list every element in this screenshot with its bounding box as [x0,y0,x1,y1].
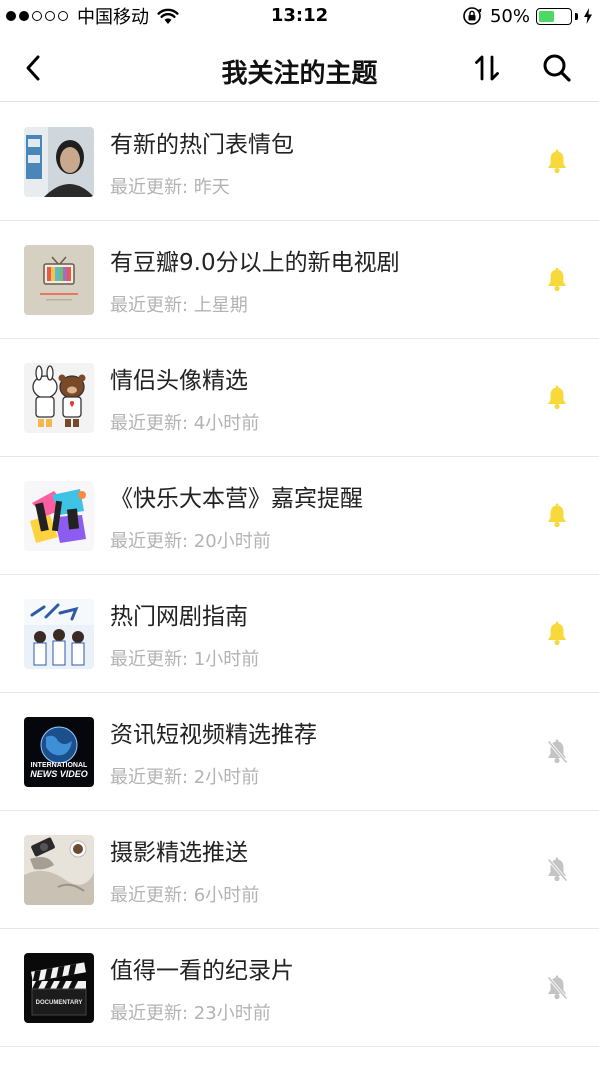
topic-last-updated: 最近更新: 4小时前 [110,413,260,434]
battery-icon [536,7,572,25]
search-icon [543,54,571,82]
orientation-lock-icon [463,7,482,25]
topic-thumbnail [24,481,94,551]
bell-muted-icon[interactable] [545,857,569,883]
topic-thumbnail [24,245,94,315]
topic-thumbnail [24,363,94,433]
bell-icon[interactable] [545,621,569,647]
topic-title: 值得一看的纪录片 [110,958,294,984]
topic-list: 有新的热门表情包 最近更新: 昨天 有豆瓣9.0分以上的新电视剧 最近更新: 上… [0,103,599,1047]
page-title: 我关注的主题 [221,59,378,89]
topic-title: 《快乐大本营》嘉宾提醒 [110,486,363,512]
thumbnail-text: INTERNATIONAL [31,762,88,769]
topic-thumbnail: INTERNATIONAL NEWS VIDEO [24,717,94,787]
bell-icon[interactable] [545,149,569,175]
topic-row[interactable]: 热门网剧指南 最近更新: 1小时前 [0,575,599,693]
topic-last-updated: 最近更新: 23小时前 [110,1003,271,1024]
topic-last-updated: 最近更新: 1小时前 [110,649,260,670]
bell-muted-icon[interactable] [545,975,569,1001]
topic-thumbnail [24,835,94,905]
charging-icon [584,8,592,24]
sort-icon [475,55,499,81]
topic-title: 有新的热门表情包 [110,132,294,158]
bell-icon[interactable] [545,267,569,293]
topic-last-updated: 最近更新: 6小时前 [110,885,260,906]
topic-thumbnail [24,127,94,197]
status-bar: 中国移动 13:12 50% [0,0,599,34]
search-button[interactable] [537,48,577,88]
battery-percent: 50% [489,5,530,27]
thumbnail-text: NEWS VIDEO [30,769,88,779]
topic-title: 资讯短视频精选推荐 [110,722,317,748]
topic-last-updated: 最近更新: 20小时前 [110,531,271,552]
topic-row[interactable]: 摄影精选推送 最近更新: 6小时前 [0,811,599,929]
topic-row[interactable]: 《快乐大本营》嘉宾提醒 最近更新: 20小时前 [0,457,599,575]
topic-row[interactable]: 有新的热门表情包 最近更新: 昨天 [0,103,599,221]
topic-title: 情侣头像精选 [110,368,248,394]
thumbnail-text: DOCUMENTARY [36,1000,83,1006]
battery-cap [575,12,578,20]
topic-row[interactable]: 有豆瓣9.0分以上的新电视剧 最近更新: 上星期 [0,221,599,339]
topic-thumbnail: DOCUMENTARY [24,953,94,1023]
topic-row[interactable]: INTERNATIONAL NEWS VIDEO 资讯短视频精选推荐 最近更新:… [0,693,599,811]
bell-icon[interactable] [545,385,569,411]
topic-last-updated: 最近更新: 2小时前 [110,767,260,788]
topic-row[interactable]: DOCUMENTARY 值得一看的纪录片 最近更新: 23小时前 [0,929,599,1047]
sort-button[interactable] [467,48,507,88]
status-right: 50% [462,5,593,27]
topic-last-updated: 最近更新: 昨天 [110,177,230,198]
topic-title: 有豆瓣9.0分以上的新电视剧 [110,250,400,276]
bell-muted-icon[interactable] [545,739,569,765]
bell-icon[interactable] [545,503,569,529]
topic-title: 热门网剧指南 [110,604,248,630]
navigation-bar: 我关注的主题 [0,34,599,102]
topic-thumbnail [24,599,94,669]
topic-title: 摄影精选推送 [110,840,248,866]
topic-row[interactable]: 情侣头像精选 最近更新: 4小时前 [0,339,599,457]
topic-last-updated: 最近更新: 上星期 [110,295,248,316]
